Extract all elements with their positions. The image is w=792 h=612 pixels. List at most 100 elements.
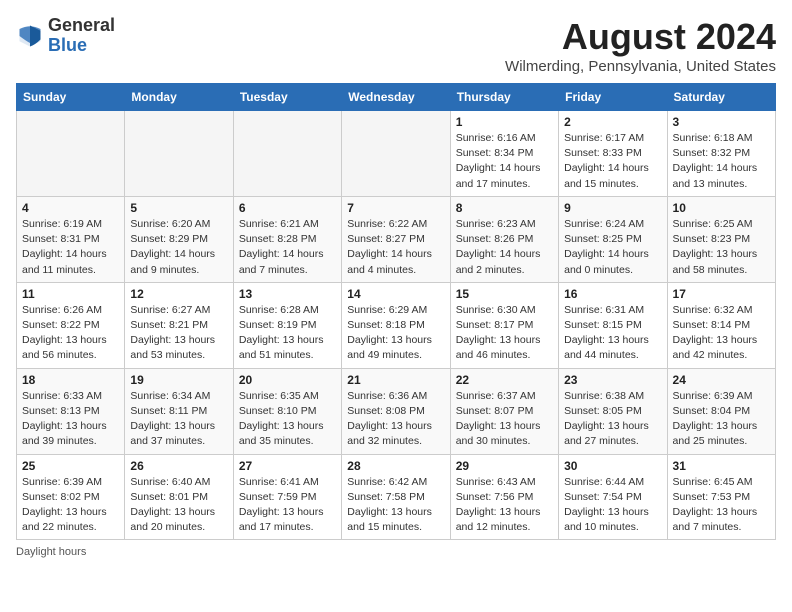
day-info: Sunrise: 6:42 AMSunset: 7:58 PMDaylight:… [347,475,444,536]
logo: General Blue [16,16,115,56]
day-number: 18 [22,373,119,387]
day-info: Sunrise: 6:45 AMSunset: 7:53 PMDaylight:… [673,475,770,536]
calendar-week-row: 4 Sunrise: 6:19 AMSunset: 8:31 PMDaylight… [17,196,776,282]
header-day-wednesday: Wednesday [342,84,450,111]
day-info: Sunrise: 6:28 AMSunset: 8:19 PMDaylight:… [239,303,336,364]
day-info: Sunrise: 6:31 AMSunset: 8:15 PMDaylight:… [564,303,661,364]
header-day-friday: Friday [559,84,667,111]
day-info: Sunrise: 6:39 AMSunset: 8:04 PMDaylight:… [673,389,770,450]
day-number: 2 [564,115,661,129]
day-info: Sunrise: 6:29 AMSunset: 8:18 PMDaylight:… [347,303,444,364]
day-number: 5 [130,201,227,215]
day-info: Sunrise: 6:35 AMSunset: 8:10 PMDaylight:… [239,389,336,450]
day-number: 3 [673,115,770,129]
header-day-thursday: Thursday [450,84,558,111]
calendar-cell: 17Sunrise: 6:32 AMSunset: 8:14 PMDayligh… [667,282,775,368]
calendar-cell: 15 Sunrise: 6:30 AMSunset: 8:17 PMDayligh… [450,282,558,368]
location: Wilmerding, Pennsylvania, United States [505,58,776,75]
calendar-week-row: 18Sunrise: 6:33 AMSunset: 8:13 PMDayligh… [17,368,776,454]
day-info: Sunrise: 6:36 AMSunset: 8:08 PMDaylight:… [347,389,444,450]
day-number: 21 [347,373,444,387]
day-number: 27 [239,459,336,473]
day-number: 4 [22,201,119,215]
calendar-cell [342,111,450,197]
calendar-cell [17,111,125,197]
day-info: Sunrise: 6:19 AMSunset: 8:31 PMDaylight:… [22,217,119,278]
calendar-cell: 27Sunrise: 6:41 AMSunset: 7:59 PMDayligh… [233,454,341,540]
calendar-cell: 4 Sunrise: 6:19 AMSunset: 8:31 PMDaylight… [17,196,125,282]
day-info: Sunrise: 6:24 AMSunset: 8:25 PMDaylight:… [564,217,661,278]
day-info: Sunrise: 6:17 AMSunset: 8:33 PMDaylight:… [564,131,661,192]
calendar-cell: 8 Sunrise: 6:23 AMSunset: 8:26 PMDaylight… [450,196,558,282]
calendar-table: SundayMondayTuesdayWednesdayThursdayFrid… [16,83,776,540]
title-block: August 2024 Wilmerding, Pennsylvania, Un… [505,16,776,75]
day-number: 28 [347,459,444,473]
day-info: Sunrise: 6:37 AMSunset: 8:07 PMDaylight:… [456,389,553,450]
day-info: Sunrise: 6:39 AMSunset: 8:02 PMDaylight:… [22,475,119,536]
day-number: 16 [564,287,661,301]
calendar-header-row: SundayMondayTuesdayWednesdayThursdayFrid… [17,84,776,111]
day-info: Sunrise: 6:22 AMSunset: 8:27 PMDaylight:… [347,217,444,278]
calendar-cell: 13 Sunrise: 6:28 AMSunset: 8:19 PMDayligh… [233,282,341,368]
day-info: Sunrise: 6:32 AMSunset: 8:14 PMDaylight:… [673,303,770,364]
calendar-cell: 20 Sunrise: 6:35 AMSunset: 8:10 PMDayligh… [233,368,341,454]
day-number: 25 [22,459,119,473]
calendar-cell: 26 Sunrise: 6:40 AMSunset: 8:01 PMDayligh… [125,454,233,540]
day-info: Sunrise: 6:30 AMSunset: 8:17 PMDaylight:… [456,303,553,364]
calendar-cell: 19 Sunrise: 6:34 AMSunset: 8:11 PMDayligh… [125,368,233,454]
day-number: 20 [239,373,336,387]
day-number: 8 [456,201,553,215]
logo-icon [16,22,44,50]
calendar-cell: 3 Sunrise: 6:18 AMSunset: 8:32 PMDaylight… [667,111,775,197]
calendar-cell: 2 Sunrise: 6:17 AMSunset: 8:33 PMDaylight… [559,111,667,197]
day-number: 15 [456,287,553,301]
day-number: 11 [22,287,119,301]
calendar-cell: 11Sunrise: 6:26 AMSunset: 8:22 PMDayligh… [17,282,125,368]
day-number: 6 [239,201,336,215]
logo-text: General Blue [48,16,115,56]
day-info: Sunrise: 6:20 AMSunset: 8:29 PMDaylight:… [130,217,227,278]
day-number: 12 [130,287,227,301]
day-info: Sunrise: 6:44 AMSunset: 7:54 PMDaylight:… [564,475,661,536]
day-number: 14 [347,287,444,301]
day-number: 23 [564,373,661,387]
calendar-cell: 14 Sunrise: 6:29 AMSunset: 8:18 PMDayligh… [342,282,450,368]
calendar-cell: 10 Sunrise: 6:25 AMSunset: 8:23 PMDayligh… [667,196,775,282]
calendar-cell: 5 Sunrise: 6:20 AMSunset: 8:29 PMDaylight… [125,196,233,282]
day-info: Sunrise: 6:40 AMSunset: 8:01 PMDaylight:… [130,475,227,536]
day-info: Sunrise: 6:21 AMSunset: 8:28 PMDaylight:… [239,217,336,278]
page-header: General Blue August 2024 Wilmerding, Pen… [16,16,776,75]
header-day-monday: Monday [125,84,233,111]
calendar-cell: 7 Sunrise: 6:22 AMSunset: 8:27 PMDaylight… [342,196,450,282]
calendar-cell: 23 Sunrise: 6:38 AMSunset: 8:05 PMDayligh… [559,368,667,454]
day-number: 30 [564,459,661,473]
day-number: 19 [130,373,227,387]
day-info: Sunrise: 6:23 AMSunset: 8:26 PMDaylight:… [456,217,553,278]
day-info: Sunrise: 6:25 AMSunset: 8:23 PMDaylight:… [673,217,770,278]
calendar-week-row: 1Sunrise: 6:16 AMSunset: 8:34 PMDaylight… [17,111,776,197]
calendar-cell: 25 Sunrise: 6:39 AMSunset: 8:02 PMDayligh… [17,454,125,540]
day-info: Sunrise: 6:18 AMSunset: 8:32 PMDaylight:… [673,131,770,192]
calendar-cell: 22Sunrise: 6:37 AMSunset: 8:07 PMDayligh… [450,368,558,454]
calendar-cell: 28 Sunrise: 6:42 AMSunset: 7:58 PMDayligh… [342,454,450,540]
day-number: 7 [347,201,444,215]
day-number: 29 [456,459,553,473]
day-info: Sunrise: 6:38 AMSunset: 8:05 PMDaylight:… [564,389,661,450]
calendar-cell: 12Sunrise: 6:27 AMSunset: 8:21 PMDayligh… [125,282,233,368]
calendar-cell: 24Sunrise: 6:39 AMSunset: 8:04 PMDayligh… [667,368,775,454]
day-number: 9 [564,201,661,215]
day-info: Sunrise: 6:34 AMSunset: 8:11 PMDaylight:… [130,389,227,450]
day-info: Sunrise: 6:43 AMSunset: 7:56 PMDaylight:… [456,475,553,536]
calendar-cell: 30 Sunrise: 6:44 AMSunset: 7:54 PMDayligh… [559,454,667,540]
day-number: 26 [130,459,227,473]
daylight-note: Daylight hours [16,546,776,558]
header-day-saturday: Saturday [667,84,775,111]
day-number: 10 [673,201,770,215]
header-day-tuesday: Tuesday [233,84,341,111]
calendar-cell: 21 Sunrise: 6:36 AMSunset: 8:08 PMDayligh… [342,368,450,454]
calendar-cell: 18Sunrise: 6:33 AMSunset: 8:13 PMDayligh… [17,368,125,454]
day-number: 13 [239,287,336,301]
calendar-cell: 9 Sunrise: 6:24 AMSunset: 8:25 PMDaylight… [559,196,667,282]
calendar-cell [125,111,233,197]
month-year: August 2024 [505,16,776,58]
